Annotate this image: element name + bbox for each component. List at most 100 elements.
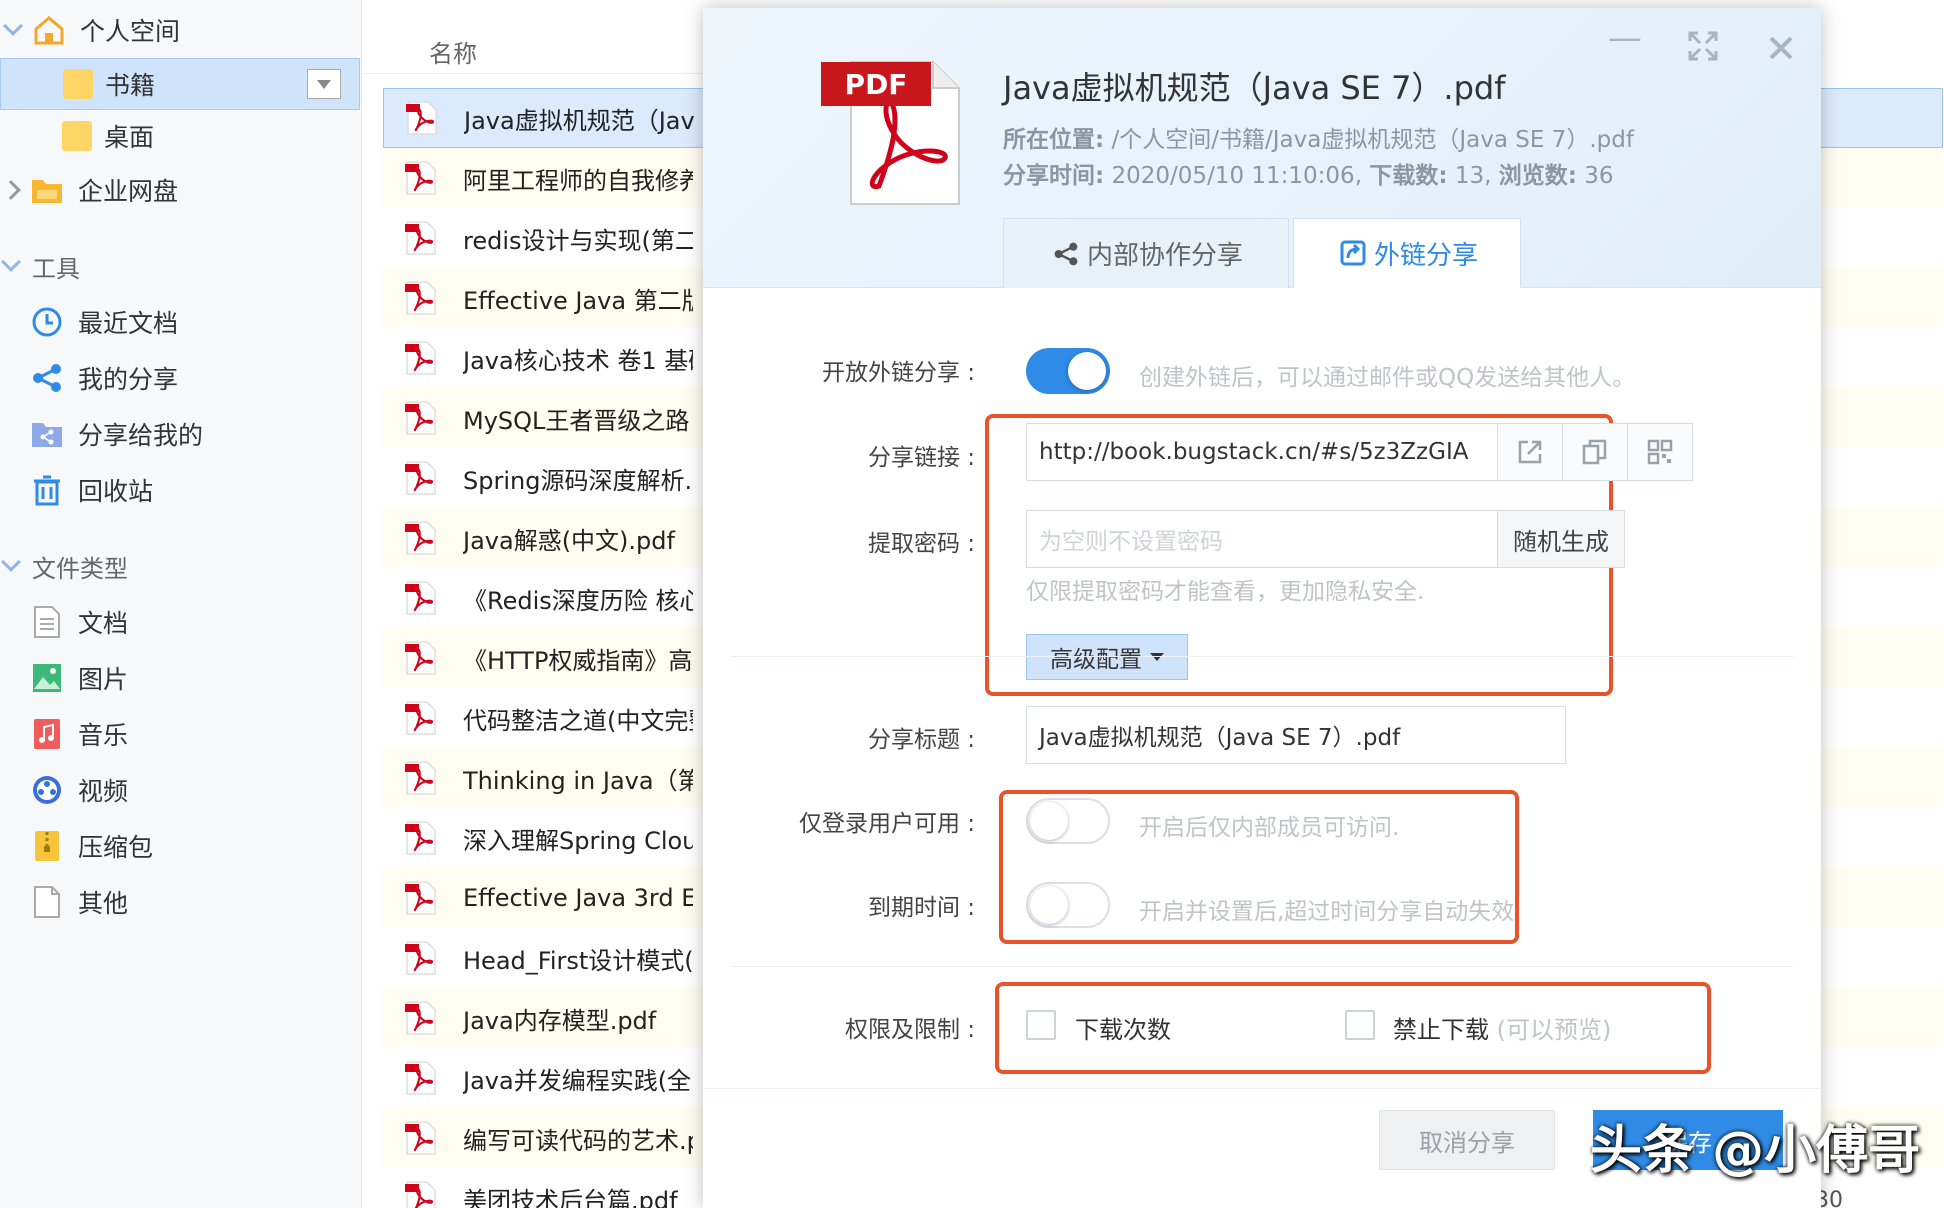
tab-internal-share[interactable]: 内部协作分享 [1003,218,1289,288]
file-name: Head_First设计模式(中文) [463,946,693,975]
no-download-checkbox[interactable] [1345,1010,1375,1040]
enterprise-folder-icon [30,173,64,207]
password-label: 提取密码 : [867,531,975,557]
file-name: Java核心技术 卷1 基础知识 [463,346,693,375]
desktop-label: 桌面 [104,123,155,152]
file-name: redis设计与实现(第二版) [463,226,693,255]
pdf-file-icon: PDF [821,54,961,206]
shared-folder-icon [30,417,64,451]
login-only-hint: 开启后仅内部成员可访问. [1139,815,1400,841]
downloads-value: 13, [1447,163,1499,189]
watermark: 头条 @小傅哥 [1590,1121,1921,1181]
tree-books[interactable]: 书籍 [0,58,360,110]
share-time-value: 2020/05/10 11:10:06, [1104,163,1370,189]
views-value: 36 [1576,163,1614,189]
advanced-config-button[interactable]: 高级配置 [1026,634,1188,680]
file-name: 《HTTP权威指南》高清 [463,646,693,675]
types-title: 文件类型 [32,554,128,583]
nav-my-share[interactable]: 我的分享 [30,356,178,400]
tools-title: 工具 [32,254,80,283]
pdf-icon [405,820,437,856]
nav-label: 我的分享 [78,365,179,394]
dialog-file-title: Java虚拟机规范（Java SE 7）.pdf [1003,69,1506,107]
expire-toggle[interactable] [1026,882,1110,928]
file-name: MySQL王者晋级之路 [463,406,690,435]
type-images[interactable]: 图片 [30,656,128,700]
pdf-icon [405,640,437,676]
qrcode-button[interactable] [1627,423,1693,481]
folder-icon [62,121,92,151]
type-archive[interactable]: 压缩包 [30,824,153,868]
chevron-down-icon[interactable] [3,16,23,36]
image-icon [30,661,64,695]
file-name: Java解惑(中文).pdf [463,526,675,555]
pdf-icon [405,220,437,256]
maximize-icon[interactable] [1688,30,1718,70]
tab-external-label: 外链分享 [1373,240,1478,271]
tab-internal-label: 内部协作分享 [1086,241,1243,271]
external-link-icon [1336,236,1370,270]
type-documents[interactable]: 文档 [30,600,128,644]
file-name: 代码整洁之道(中文完整版) [463,706,693,735]
expire-label: 到期时间 : [867,895,975,921]
tools-section[interactable]: 工具 [0,246,80,286]
share-stats: 分享时间: 2020/05/10 11:10:06, 下载数: 13, 浏览数:… [1003,156,1614,190]
open-share-toggle[interactable] [1026,348,1110,394]
download-count-label[interactable]: 下载次数 [1075,1010,1171,1045]
video-icon [30,773,64,807]
archive-icon [30,829,64,863]
file-name: Effective Java 3rd Edition [463,884,693,912]
file-types-section[interactable]: 文件类型 [0,546,128,586]
divider [731,966,1793,967]
column-header-name[interactable]: 名称 [363,30,723,74]
nav-shared-to-me[interactable]: 分享给我的 [30,412,203,456]
login-only-label: 仅登录用户可用 : [798,811,975,837]
random-password-button[interactable]: 随机生成 [1497,510,1625,568]
document-icon [30,605,64,639]
no-download-label: 禁止下载 [1393,1016,1489,1044]
share-title-input[interactable]: Java虚拟机规范（Java SE 7）.pdf [1026,706,1566,764]
copy-link-button[interactable] [1562,423,1628,481]
cancel-share-button[interactable]: 取消分享 [1379,1110,1555,1170]
file-name: Java虚拟机规范（Java SE 7）.pdf [464,106,694,135]
login-only-toggle[interactable] [1026,798,1110,844]
type-video[interactable]: 视频 [30,768,128,812]
type-music[interactable]: 音乐 [30,712,128,756]
password-hint: 仅限提取密码才能查看，更加隐私安全. [1026,579,1425,605]
advanced-config-label: 高级配置 [1050,647,1142,673]
share-link-input[interactable]: http://book.bugstack.cn/#s/5z3ZzGIA [1026,423,1498,481]
type-label: 文档 [78,609,129,638]
pdf-icon [405,1060,437,1096]
tree-desktop[interactable]: 桌面 [0,110,360,162]
file-name: Spring源码深度解析.pdf [463,466,693,495]
download-count-checkbox[interactable] [1026,1010,1056,1040]
folder-icon [63,69,93,99]
pdf-icon [405,880,437,916]
no-download-option[interactable]: 禁止下载 (可以预览) [1393,1010,1611,1045]
minimize-icon[interactable]: — [1608,18,1642,58]
type-other[interactable]: 其他 [30,880,128,924]
divider [731,656,1793,657]
nav-recent-docs[interactable]: 最近文档 [30,300,178,344]
dropdown-icon[interactable] [307,69,341,99]
tree-enterprise[interactable]: 企业网盘 [0,164,360,216]
pdf-icon [405,340,437,376]
pdf-icon [406,100,438,136]
open-external-icon [1518,440,1542,464]
other-file-icon [30,885,64,919]
chevron-right-icon[interactable] [1,180,21,200]
tree-personal-space[interactable]: 个人空间 [0,4,360,56]
chevron-down-icon[interactable] [1,252,21,272]
close-icon[interactable] [1768,30,1794,70]
file-name: 编写可读代码的艺术.pdf [463,1126,693,1155]
password-input[interactable]: 为空则不设置密码 [1026,510,1498,568]
nav-recycle-bin[interactable]: 回收站 [30,468,153,512]
tab-external-share[interactable]: 外链分享 [1293,218,1521,288]
pdf-icon [405,1000,437,1036]
open-link-button[interactable] [1497,423,1563,481]
chevron-down-icon[interactable] [1,552,21,572]
no-download-note: (可以预览) [1496,1016,1612,1044]
pdf-icon [405,160,437,196]
pdf-icon [405,760,437,796]
pdf-icon [405,460,437,496]
